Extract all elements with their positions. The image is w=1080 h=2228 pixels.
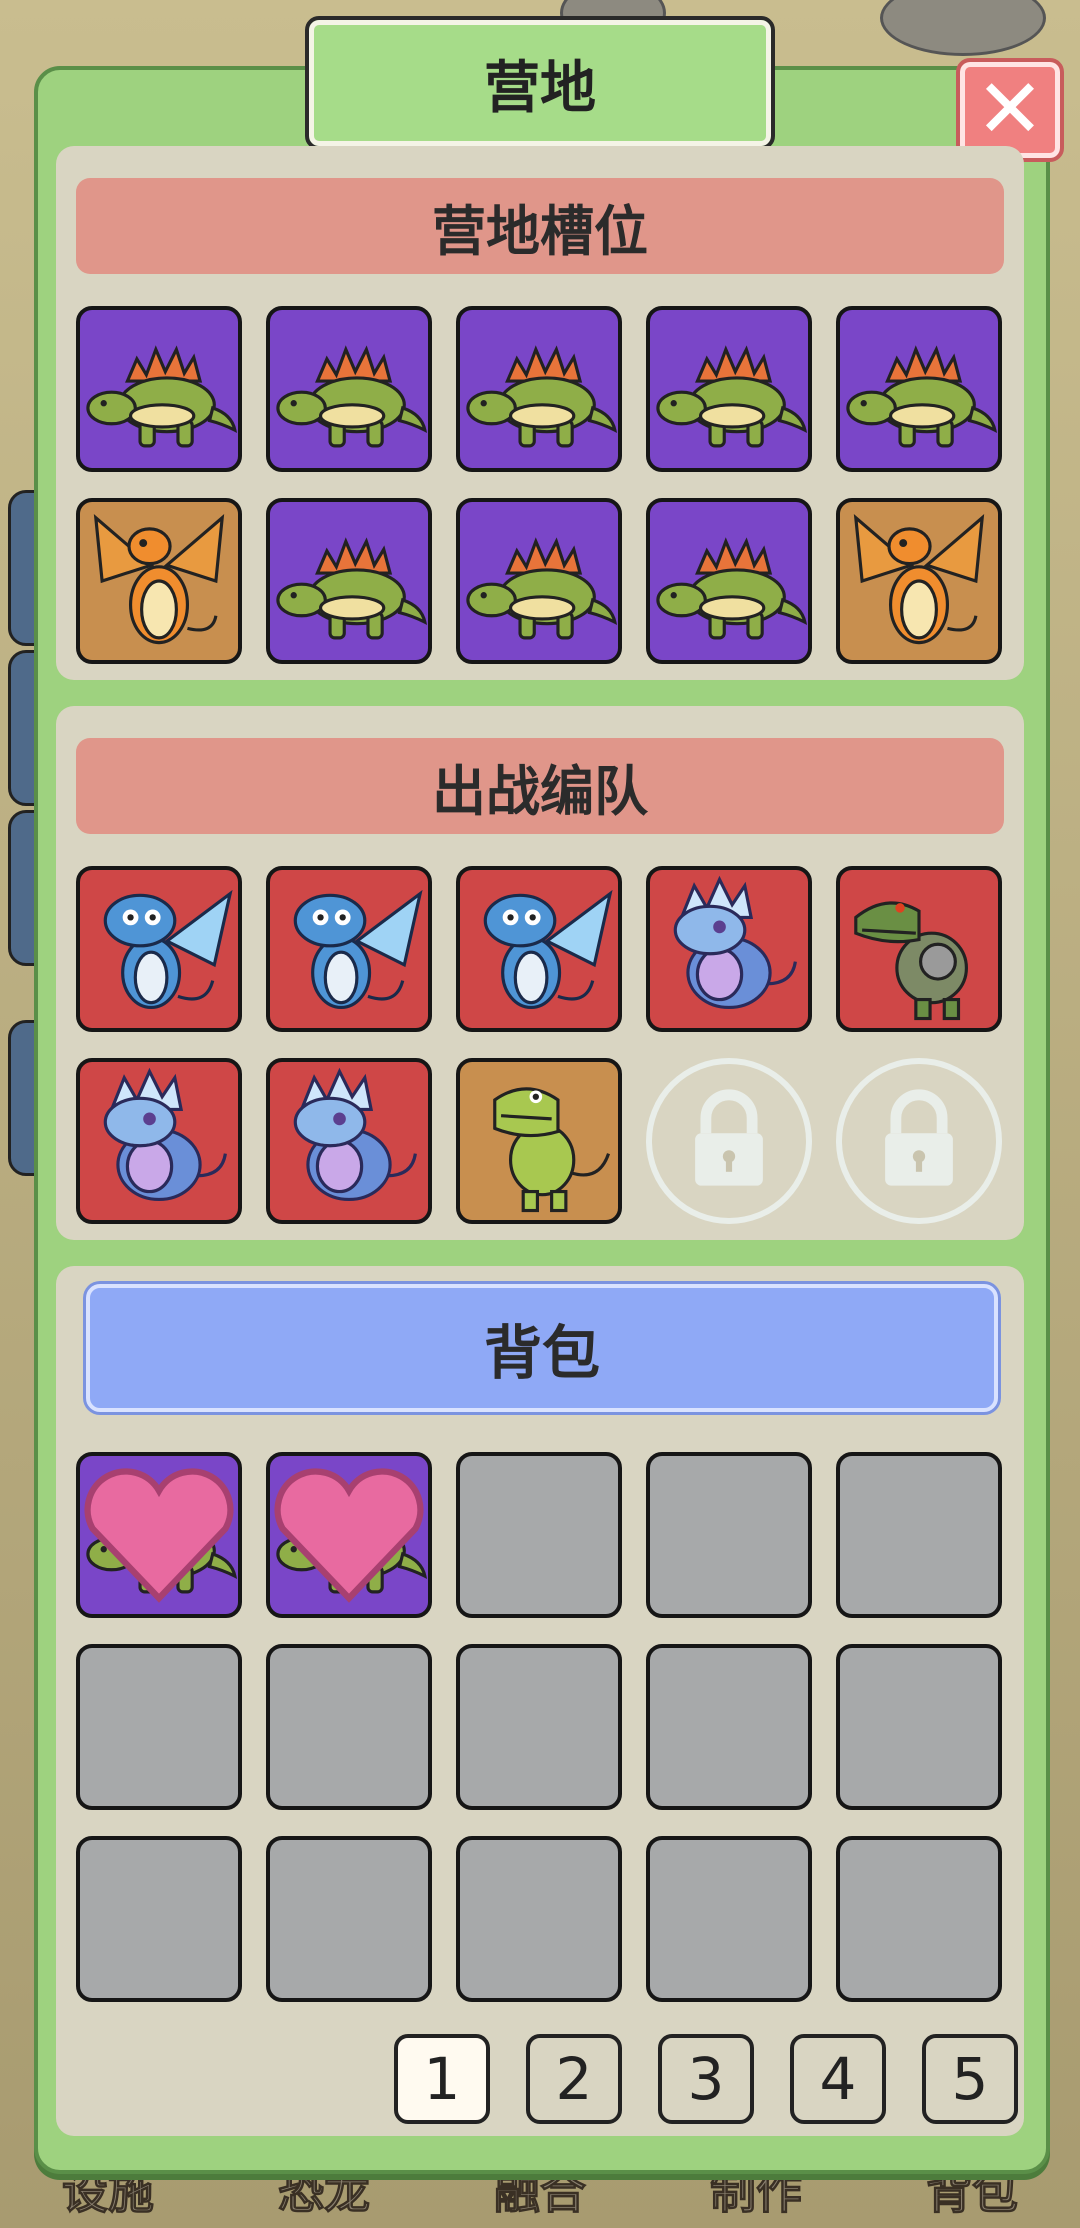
camp-slot[interactable]: [836, 498, 1002, 664]
page-button-5[interactable]: 5: [922, 2034, 1018, 2124]
backpack-grid: [76, 1452, 1002, 2002]
dialog-title-tab: 营地: [305, 16, 775, 150]
bag-slot[interactable]: [266, 1452, 432, 1618]
bag-slot[interactable]: [266, 1644, 432, 1810]
bag-slot[interactable]: [266, 1836, 432, 2002]
camp-slots-title: 营地槽位: [432, 199, 648, 263]
page-button-1[interactable]: 1: [394, 2034, 490, 2124]
close-icon: ✕: [975, 62, 1045, 157]
dialog-title: 营地: [484, 55, 596, 121]
backpack-title: 背包: [483, 1319, 600, 1387]
bag-slot[interactable]: [456, 1452, 622, 1618]
bag-slot[interactable]: [836, 1452, 1002, 1618]
camp-slots-header: 营地槽位: [76, 178, 1004, 274]
bag-slot[interactable]: [646, 1452, 812, 1618]
team-slot[interactable]: [76, 866, 242, 1032]
team-slot[interactable]: [646, 866, 812, 1032]
camp-slots-grid: [76, 306, 1002, 664]
battle-team-grid: [76, 866, 1002, 1224]
team-slot[interactable]: [836, 866, 1002, 1032]
page-button-4[interactable]: 4: [790, 2034, 886, 2124]
background-rock: [880, 0, 1046, 56]
bag-slot[interactable]: [76, 1836, 242, 2002]
battle-team-title: 出战编队: [432, 759, 648, 823]
battle-team-section: 出战编队: [56, 706, 1024, 1240]
team-slot: [836, 1058, 1002, 1224]
camp-slot[interactable]: [646, 498, 812, 664]
backpack-section: 背包: [56, 1266, 1024, 2136]
camp-slot[interactable]: [836, 306, 1002, 472]
team-slot[interactable]: [456, 866, 622, 1032]
team-slot[interactable]: [266, 1058, 432, 1224]
favorite-heart-icon: [274, 1468, 424, 1603]
camp-slot[interactable]: [266, 498, 432, 664]
page-button-2[interactable]: 2: [526, 2034, 622, 2124]
camp-slot[interactable]: [646, 306, 812, 472]
bag-slot[interactable]: [76, 1452, 242, 1618]
bag-slot[interactable]: [456, 1644, 622, 1810]
team-slot[interactable]: [266, 866, 432, 1032]
camp-slot[interactable]: [76, 306, 242, 472]
camp-slot[interactable]: [266, 306, 432, 472]
page-button-3[interactable]: 3: [658, 2034, 754, 2124]
team-slot[interactable]: [456, 1058, 622, 1224]
bag-slot[interactable]: [836, 1644, 1002, 1810]
camp-slot[interactable]: [456, 498, 622, 664]
bag-slot[interactable]: [456, 1836, 622, 2002]
favorite-heart-icon: [84, 1468, 234, 1603]
battle-team-header: 出战编队: [76, 738, 1004, 834]
camp-slot[interactable]: [456, 306, 622, 472]
pagination: 1 2 3 4 5: [394, 2034, 1018, 2124]
team-slot[interactable]: [76, 1058, 242, 1224]
bag-slot[interactable]: [646, 1836, 812, 2002]
bag-slot[interactable]: [646, 1644, 812, 1810]
bag-slot[interactable]: [76, 1644, 242, 1810]
camp-slot[interactable]: [76, 498, 242, 664]
bag-slot[interactable]: [836, 1836, 1002, 2002]
backpack-header[interactable]: 背包: [86, 1284, 998, 1412]
team-slot: [646, 1058, 812, 1224]
camp-slots-section: 营地槽位: [56, 146, 1024, 680]
